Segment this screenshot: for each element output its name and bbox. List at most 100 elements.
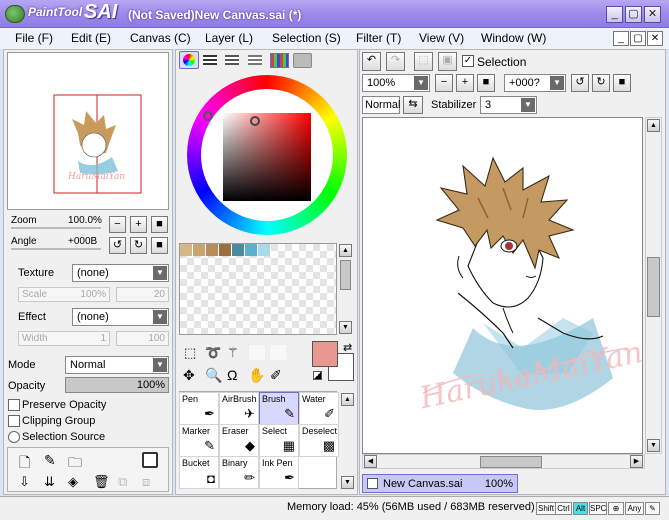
tool-brush[interactable]: Brush ✎: [259, 392, 299, 425]
canvas-angle-dropdown[interactable]: +000? ▼: [504, 74, 566, 92]
new-layer-icon[interactable]: 🗋: [19, 452, 30, 476]
effect-dropdown[interactable]: (none) ▼: [72, 308, 169, 326]
color-swatch[interactable]: [258, 244, 271, 256]
menu-edit[interactable]: Edit (E): [71, 31, 111, 45]
rotate-tool-icon[interactable]: Ω: [227, 367, 237, 383]
scale-slider[interactable]: Scale 100%: [18, 287, 110, 302]
scratchpad-tab[interactable]: [293, 53, 312, 68]
undo-button[interactable]: ↶: [362, 52, 381, 71]
intermediate-color-tab[interactable]: [248, 55, 262, 65]
blend-mode-dropdown[interactable]: Normal ▼: [65, 356, 169, 374]
color-swatch[interactable]: [219, 244, 232, 256]
rotate-right-button[interactable]: ↻: [130, 237, 147, 254]
color-swatch[interactable]: [245, 244, 258, 256]
layer-mask-icon[interactable]: [142, 452, 158, 468]
scroll-thumb[interactable]: [340, 260, 351, 290]
tool-water[interactable]: Water ✐: [299, 392, 339, 425]
texture-dropdown[interactable]: (none) ▼: [72, 264, 169, 282]
scroll-up-icon[interactable]: ▲: [341, 393, 354, 406]
close-button[interactable]: ✕: [644, 6, 661, 23]
magic-wand-icon[interactable]: ⚚: [227, 345, 239, 361]
flip-horizontal-button[interactable]: ⇆: [403, 96, 423, 114]
scale-number[interactable]: 20: [116, 287, 169, 302]
eyedropper-icon[interactable]: ✐: [270, 367, 282, 384]
minimize-button[interactable]: _: [606, 6, 623, 23]
deselect-button[interactable]: ⬚: [414, 52, 433, 71]
color-swatch[interactable]: [206, 244, 219, 256]
scroll-down-icon[interactable]: ▼: [647, 439, 660, 452]
tool-bucket[interactable]: Bucket ◘: [179, 456, 219, 489]
tool-scrollbar[interactable]: ▲ ▼: [340, 392, 356, 490]
merge-visible-icon[interactable]: ⧉: [118, 474, 127, 490]
merge-down-icon[interactable]: ⇊: [44, 474, 55, 490]
preserve-opacity-checkbox[interactable]: [8, 399, 20, 411]
tool-deselect[interactable]: Deselect ▩: [299, 424, 339, 457]
tool-airbrush[interactable]: AirBrush ✈: [219, 392, 259, 425]
canvas-h-scrollbar[interactable]: ◀ ▶: [362, 454, 645, 469]
delete-layer-icon[interactable]: 🗑: [93, 474, 110, 490]
move-icon[interactable]: ✥: [183, 367, 195, 384]
color-swatch[interactable]: [232, 244, 245, 256]
clear-layer-icon[interactable]: ◈: [68, 474, 78, 490]
primary-color[interactable]: [312, 341, 338, 367]
reset-colors-icon[interactable]: [313, 371, 322, 380]
mdi-close-button[interactable]: ✕: [647, 31, 663, 46]
scroll-down-icon[interactable]: ▼: [341, 476, 354, 489]
scroll-thumb[interactable]: [647, 257, 660, 317]
width-slider[interactable]: Width 1: [18, 331, 110, 346]
menu-filter[interactable]: Filter (T): [356, 31, 401, 45]
menu-selection[interactable]: Selection (S): [272, 31, 341, 45]
rotate-left-button[interactable]: ↺: [109, 237, 126, 254]
menu-layer[interactable]: Layer (L): [205, 31, 253, 45]
menu-window[interactable]: Window (W): [481, 31, 546, 45]
swatch-scrollbar[interactable]: ▲ ▼: [338, 243, 354, 335]
rgb-slider-tab[interactable]: [203, 55, 217, 65]
rotate-reset-button[interactable]: ■: [151, 237, 168, 254]
sv-marker[interactable]: [250, 116, 260, 126]
swap-colors-icon[interactable]: ⇄: [343, 341, 352, 354]
scroll-up-icon[interactable]: ▲: [339, 244, 352, 257]
maximize-button[interactable]: ▢: [625, 6, 642, 23]
hsv-slider-tab[interactable]: [225, 55, 239, 65]
mdi-minimize-button[interactable]: _: [613, 31, 629, 46]
new-linework-layer-icon[interactable]: ✎: [44, 452, 56, 469]
swatch-tab[interactable]: [270, 53, 289, 68]
tool-marker[interactable]: Marker ✎: [179, 424, 219, 457]
flatten-icon[interactable]: ⧈: [142, 474, 150, 490]
redo-button[interactable]: ↷: [386, 52, 405, 71]
drawing-canvas[interactable]: HarukaMaiYan: [362, 117, 643, 454]
selection-checkbox[interactable]: ✓: [462, 55, 474, 67]
saturation-value-square[interactable]: [223, 113, 311, 201]
tool-select[interactable]: Select ▦: [259, 424, 299, 457]
zoom-tool-icon[interactable]: 🔍: [205, 367, 222, 384]
color-swatch[interactable]: [180, 244, 193, 256]
new-folder-icon[interactable]: 🗀: [68, 452, 82, 476]
zoom-in-button[interactable]: +: [130, 216, 147, 233]
canvas-rotate-reset-button[interactable]: ■: [613, 74, 631, 92]
scroll-up-icon[interactable]: ▲: [647, 119, 660, 132]
tool-pen[interactable]: Pen ✒: [179, 392, 219, 425]
canvas-rotate-right-button[interactable]: ↻: [592, 74, 610, 92]
navigator-preview[interactable]: HaruMaiYan: [7, 52, 169, 210]
scroll-thumb[interactable]: [480, 456, 542, 468]
angle-slider[interactable]: [11, 248, 101, 250]
clipping-group-checkbox[interactable]: [8, 415, 20, 427]
tool-eraser[interactable]: Eraser ◆: [219, 424, 259, 457]
zoom-slider[interactable]: [11, 227, 101, 229]
menu-canvas[interactable]: Canvas (C): [130, 31, 191, 45]
tool-binary[interactable]: Binary ✏: [219, 456, 259, 489]
zoom-reset-button[interactable]: ■: [151, 216, 168, 233]
color-wheel-tab[interactable]: [179, 51, 199, 69]
lasso-icon[interactable]: ➰: [205, 345, 221, 361]
width-number[interactable]: 100: [116, 331, 169, 346]
canvas-tab[interactable]: New Canvas.sai 100%: [362, 474, 518, 493]
zoom-out-button[interactable]: −: [109, 216, 126, 233]
rect-select-icon[interactable]: ⬚: [184, 345, 196, 361]
canvas-zoom-reset-button[interactable]: ■: [477, 74, 495, 92]
hand-icon[interactable]: ✋: [248, 367, 265, 384]
canvas-v-scrollbar[interactable]: ▲ ▼: [645, 117, 662, 454]
transfer-down-icon[interactable]: ⇩: [19, 474, 30, 490]
canvas-mode-box[interactable]: Normal: [362, 96, 400, 114]
menu-file[interactable]: File (F): [15, 31, 53, 45]
scroll-down-icon[interactable]: ▼: [339, 321, 352, 334]
